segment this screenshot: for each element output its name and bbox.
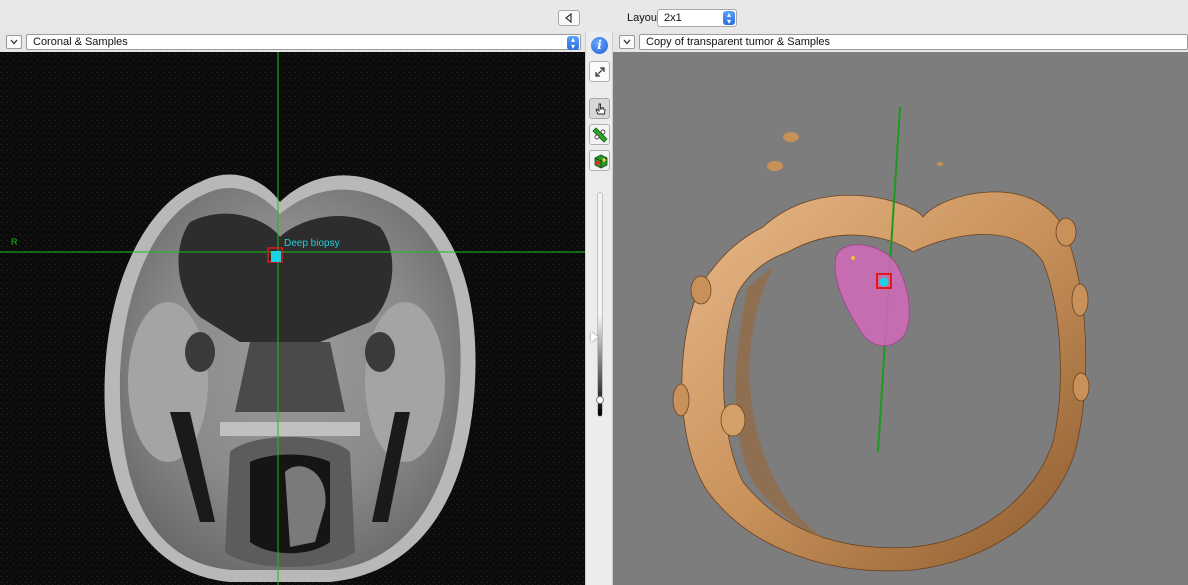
3d-view-select[interactable]: Copy of transparent tumor & Samples: [639, 34, 1188, 50]
coronal-view[interactable]: Coronal & Samples ▴ ▾ R Deep biopsy: [0, 32, 585, 585]
window-level-slider[interactable]: [597, 192, 603, 417]
3d-view-header: Copy of transparent tumor & Samples: [613, 32, 1188, 52]
view-toolbar: i: [585, 32, 613, 585]
mri-slice-canvas[interactable]: R Deep biopsy: [0, 52, 585, 585]
triangle-left-icon: [565, 13, 572, 23]
volume-render-canvas[interactable]: [613, 52, 1188, 585]
top-toolbar: [0, 0, 1188, 33]
3d-sample-marker[interactable]: [879, 277, 889, 287]
expand-view-button[interactable]: [589, 61, 610, 82]
3d-view-title: Copy of transparent tumor & Samples: [646, 36, 831, 48]
pan-tool-button[interactable]: [589, 98, 610, 119]
view-options-button[interactable]: [6, 35, 22, 49]
layout-value: 2x1: [664, 12, 682, 24]
chevron-down-icon: [10, 39, 18, 45]
sample-marker[interactable]: [271, 251, 281, 262]
layout-select[interactable]: 2x1 ▴ ▾: [657, 9, 737, 27]
sample-marker-label: Deep biopsy: [284, 238, 340, 249]
hand-pointer-icon: [594, 103, 605, 114]
ruler-icon: [591, 126, 608, 143]
select-stepper-icon: ▴ ▾: [567, 36, 579, 51]
measure-tool-button[interactable]: [589, 124, 610, 145]
volume-tool-button[interactable]: [589, 150, 610, 171]
3d-view[interactable]: Copy of transparent tumor & Samples: [613, 32, 1188, 585]
select-stepper-icon: ▴ ▾: [723, 11, 735, 26]
coronal-view-header: Coronal & Samples ▴ ▾: [0, 32, 585, 52]
orientation-label: R: [11, 237, 18, 247]
coronal-view-select[interactable]: Coronal & Samples ▴ ▾: [26, 34, 581, 51]
tumor-point: [851, 256, 855, 260]
slider-handle-upper[interactable]: [591, 332, 598, 342]
coronal-view-title: Coronal & Samples: [33, 36, 128, 48]
chevron-down-icon: [623, 39, 631, 45]
view-options-button[interactable]: [619, 35, 635, 49]
info-button[interactable]: i: [589, 35, 610, 56]
expand-icon: [594, 66, 605, 77]
collapse-panel-button[interactable]: [558, 10, 580, 26]
slider-handle-lower[interactable]: [596, 396, 604, 404]
head-cross-section: [104, 174, 476, 583]
info-icon: i: [591, 37, 608, 54]
cube-icon: [594, 154, 607, 168]
